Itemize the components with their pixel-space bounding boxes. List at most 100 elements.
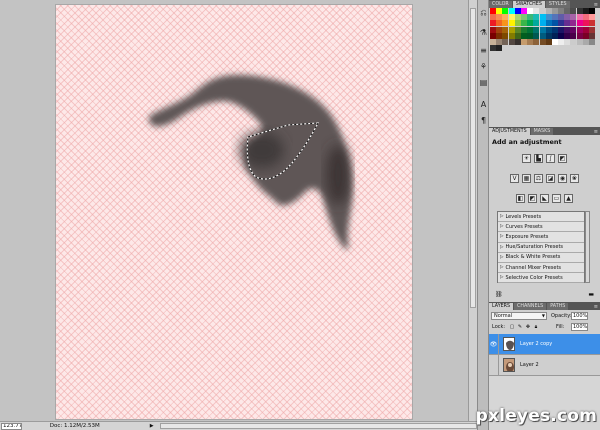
vertical-scrollbar[interactable] <box>468 0 477 421</box>
layer-row[interactable]: 👁︎ Layer 2 copy <box>489 333 600 355</box>
color-swatch[interactable] <box>545 32 552 39</box>
color-swatch[interactable] <box>490 32 496 39</box>
threshold-icon[interactable]: ◣ <box>540 194 549 203</box>
color-swatch[interactable] <box>564 20 571 27</box>
color-swatch[interactable] <box>490 45 496 52</box>
color-swatch[interactable] <box>558 26 565 33</box>
color-swatch[interactable] <box>551 32 558 39</box>
color-swatch[interactable] <box>514 26 521 33</box>
list-item[interactable]: ▷ Exposure Presets <box>498 232 584 243</box>
color-swatch[interactable] <box>558 32 565 39</box>
color-swatch[interactable] <box>520 32 527 39</box>
color-swatch[interactable] <box>539 32 546 39</box>
tab-layers[interactable]: LAYERS <box>489 303 514 310</box>
color-swatch[interactable] <box>539 20 546 27</box>
color-swatch[interactable] <box>545 26 552 33</box>
blend-mode-select[interactable]: Normal ▼ <box>491 312 547 320</box>
exposure-icon[interactable]: ◩ <box>558 154 567 163</box>
color-swatch[interactable] <box>527 20 534 27</box>
color-swatch[interactable] <box>502 8 509 14</box>
color-swatch[interactable] <box>551 26 558 33</box>
color-swatch[interactable] <box>533 26 540 33</box>
color-swatch[interactable] <box>508 20 515 27</box>
tab-swatches[interactable]: SWATCHES <box>512 1 545 8</box>
color-swatch[interactable] <box>514 38 521 45</box>
actions-icon[interactable]: ⚗ <box>479 28 488 37</box>
color-swatch[interactable] <box>520 8 527 14</box>
color-swatch[interactable] <box>508 26 515 33</box>
color-swatch[interactable] <box>539 14 546 21</box>
curves-icon[interactable]: ∫ <box>546 154 555 163</box>
history-icon[interactable]: ⎌ <box>479 8 488 17</box>
tab-color[interactable]: COLOR <box>489 1 512 8</box>
color-swatch[interactable] <box>539 8 546 14</box>
color-swatch[interactable] <box>520 26 527 33</box>
vibrance-icon[interactable]: V <box>510 174 519 183</box>
panel-menu-icon[interactable]: ≡ <box>594 129 600 135</box>
color-swatch[interactable] <box>582 32 589 39</box>
color-swatch[interactable] <box>570 20 577 27</box>
tab-adjustments[interactable]: ADJUSTMENTS <box>489 128 530 135</box>
color-swatch[interactable] <box>570 32 577 39</box>
color-swatch[interactable] <box>545 38 552 45</box>
color-swatch[interactable] <box>539 38 546 45</box>
color-swatch[interactable] <box>533 14 540 21</box>
visibility-toggle[interactable] <box>489 354 499 376</box>
tab-styles[interactable]: STYLES <box>545 1 570 8</box>
invert-icon[interactable]: ◧ <box>516 194 525 203</box>
color-swatch[interactable] <box>570 26 577 33</box>
color-swatch[interactable] <box>576 32 583 39</box>
color-swatch[interactable] <box>589 14 595 21</box>
color-swatch[interactable] <box>570 14 577 21</box>
opacity-field[interactable]: 100% <box>571 312 588 320</box>
color-swatch[interactable] <box>564 26 571 33</box>
lock-all-icon[interactable]: 🔒︎ <box>533 324 539 330</box>
color-swatch[interactable] <box>582 20 589 27</box>
tab-channels[interactable]: CHANNELS <box>514 303 547 310</box>
hue-saturation-icon[interactable]: ▦ <box>522 174 531 183</box>
panel-options-icon[interactable]: ▬ <box>588 291 594 298</box>
tab-paths[interactable]: PATHS <box>547 303 569 310</box>
clip-to-layer-icon[interactable]: ⛓ <box>495 291 503 298</box>
color-swatch[interactable] <box>582 14 589 21</box>
color-swatch[interactable] <box>490 20 496 27</box>
color-swatch[interactable] <box>582 8 589 14</box>
color-swatch[interactable] <box>564 14 571 21</box>
color-balance-icon[interactable]: ⚖ <box>534 174 543 183</box>
photo-filter-icon[interactable]: ◉ <box>558 174 567 183</box>
eye-icon[interactable]: 👁︎ <box>489 333 499 355</box>
paragraph-icon[interactable]: ¶ <box>479 116 488 125</box>
color-swatch[interactable] <box>496 38 503 45</box>
color-swatch[interactable] <box>496 14 503 21</box>
color-swatch[interactable] <box>576 26 583 33</box>
color-swatch[interactable] <box>490 38 496 45</box>
color-swatch[interactable] <box>576 20 583 27</box>
color-swatch[interactable] <box>502 26 509 33</box>
color-swatch[interactable] <box>527 8 534 14</box>
color-swatch[interactable] <box>533 32 540 39</box>
color-swatch[interactable] <box>576 14 583 21</box>
brightness-contrast-icon[interactable]: ☀ <box>522 154 531 163</box>
lock-transparency-icon[interactable]: ▢ <box>509 324 515 330</box>
tool-presets-icon[interactable]: ▤ <box>479 78 488 87</box>
layer-name[interactable]: Layer 2 copy <box>520 341 552 347</box>
list-item[interactable]: ▷ Hue/Saturation Presets <box>498 243 584 253</box>
color-swatch[interactable] <box>520 38 527 45</box>
color-swatch[interactable] <box>502 14 509 21</box>
color-swatch[interactable] <box>551 8 558 14</box>
color-swatch[interactable] <box>502 20 509 27</box>
color-swatch[interactable] <box>582 38 589 45</box>
fill-field[interactable]: 100% <box>571 323 588 331</box>
list-item[interactable]: ▷ Black & White Presets <box>498 253 584 263</box>
lock-position-icon[interactable]: ✥ <box>525 324 531 330</box>
status-menu-arrow-icon[interactable]: ▶ <box>150 423 154 429</box>
color-swatch[interactable] <box>496 20 503 27</box>
color-swatch[interactable] <box>589 38 595 45</box>
color-swatch[interactable] <box>496 26 503 33</box>
color-swatch[interactable] <box>551 20 558 27</box>
color-swatch[interactable] <box>576 38 583 45</box>
color-swatch[interactable] <box>496 45 503 52</box>
color-swatch[interactable] <box>570 38 577 45</box>
color-swatch[interactable] <box>533 20 540 27</box>
levels-icon[interactable]: ▙ <box>534 154 543 163</box>
